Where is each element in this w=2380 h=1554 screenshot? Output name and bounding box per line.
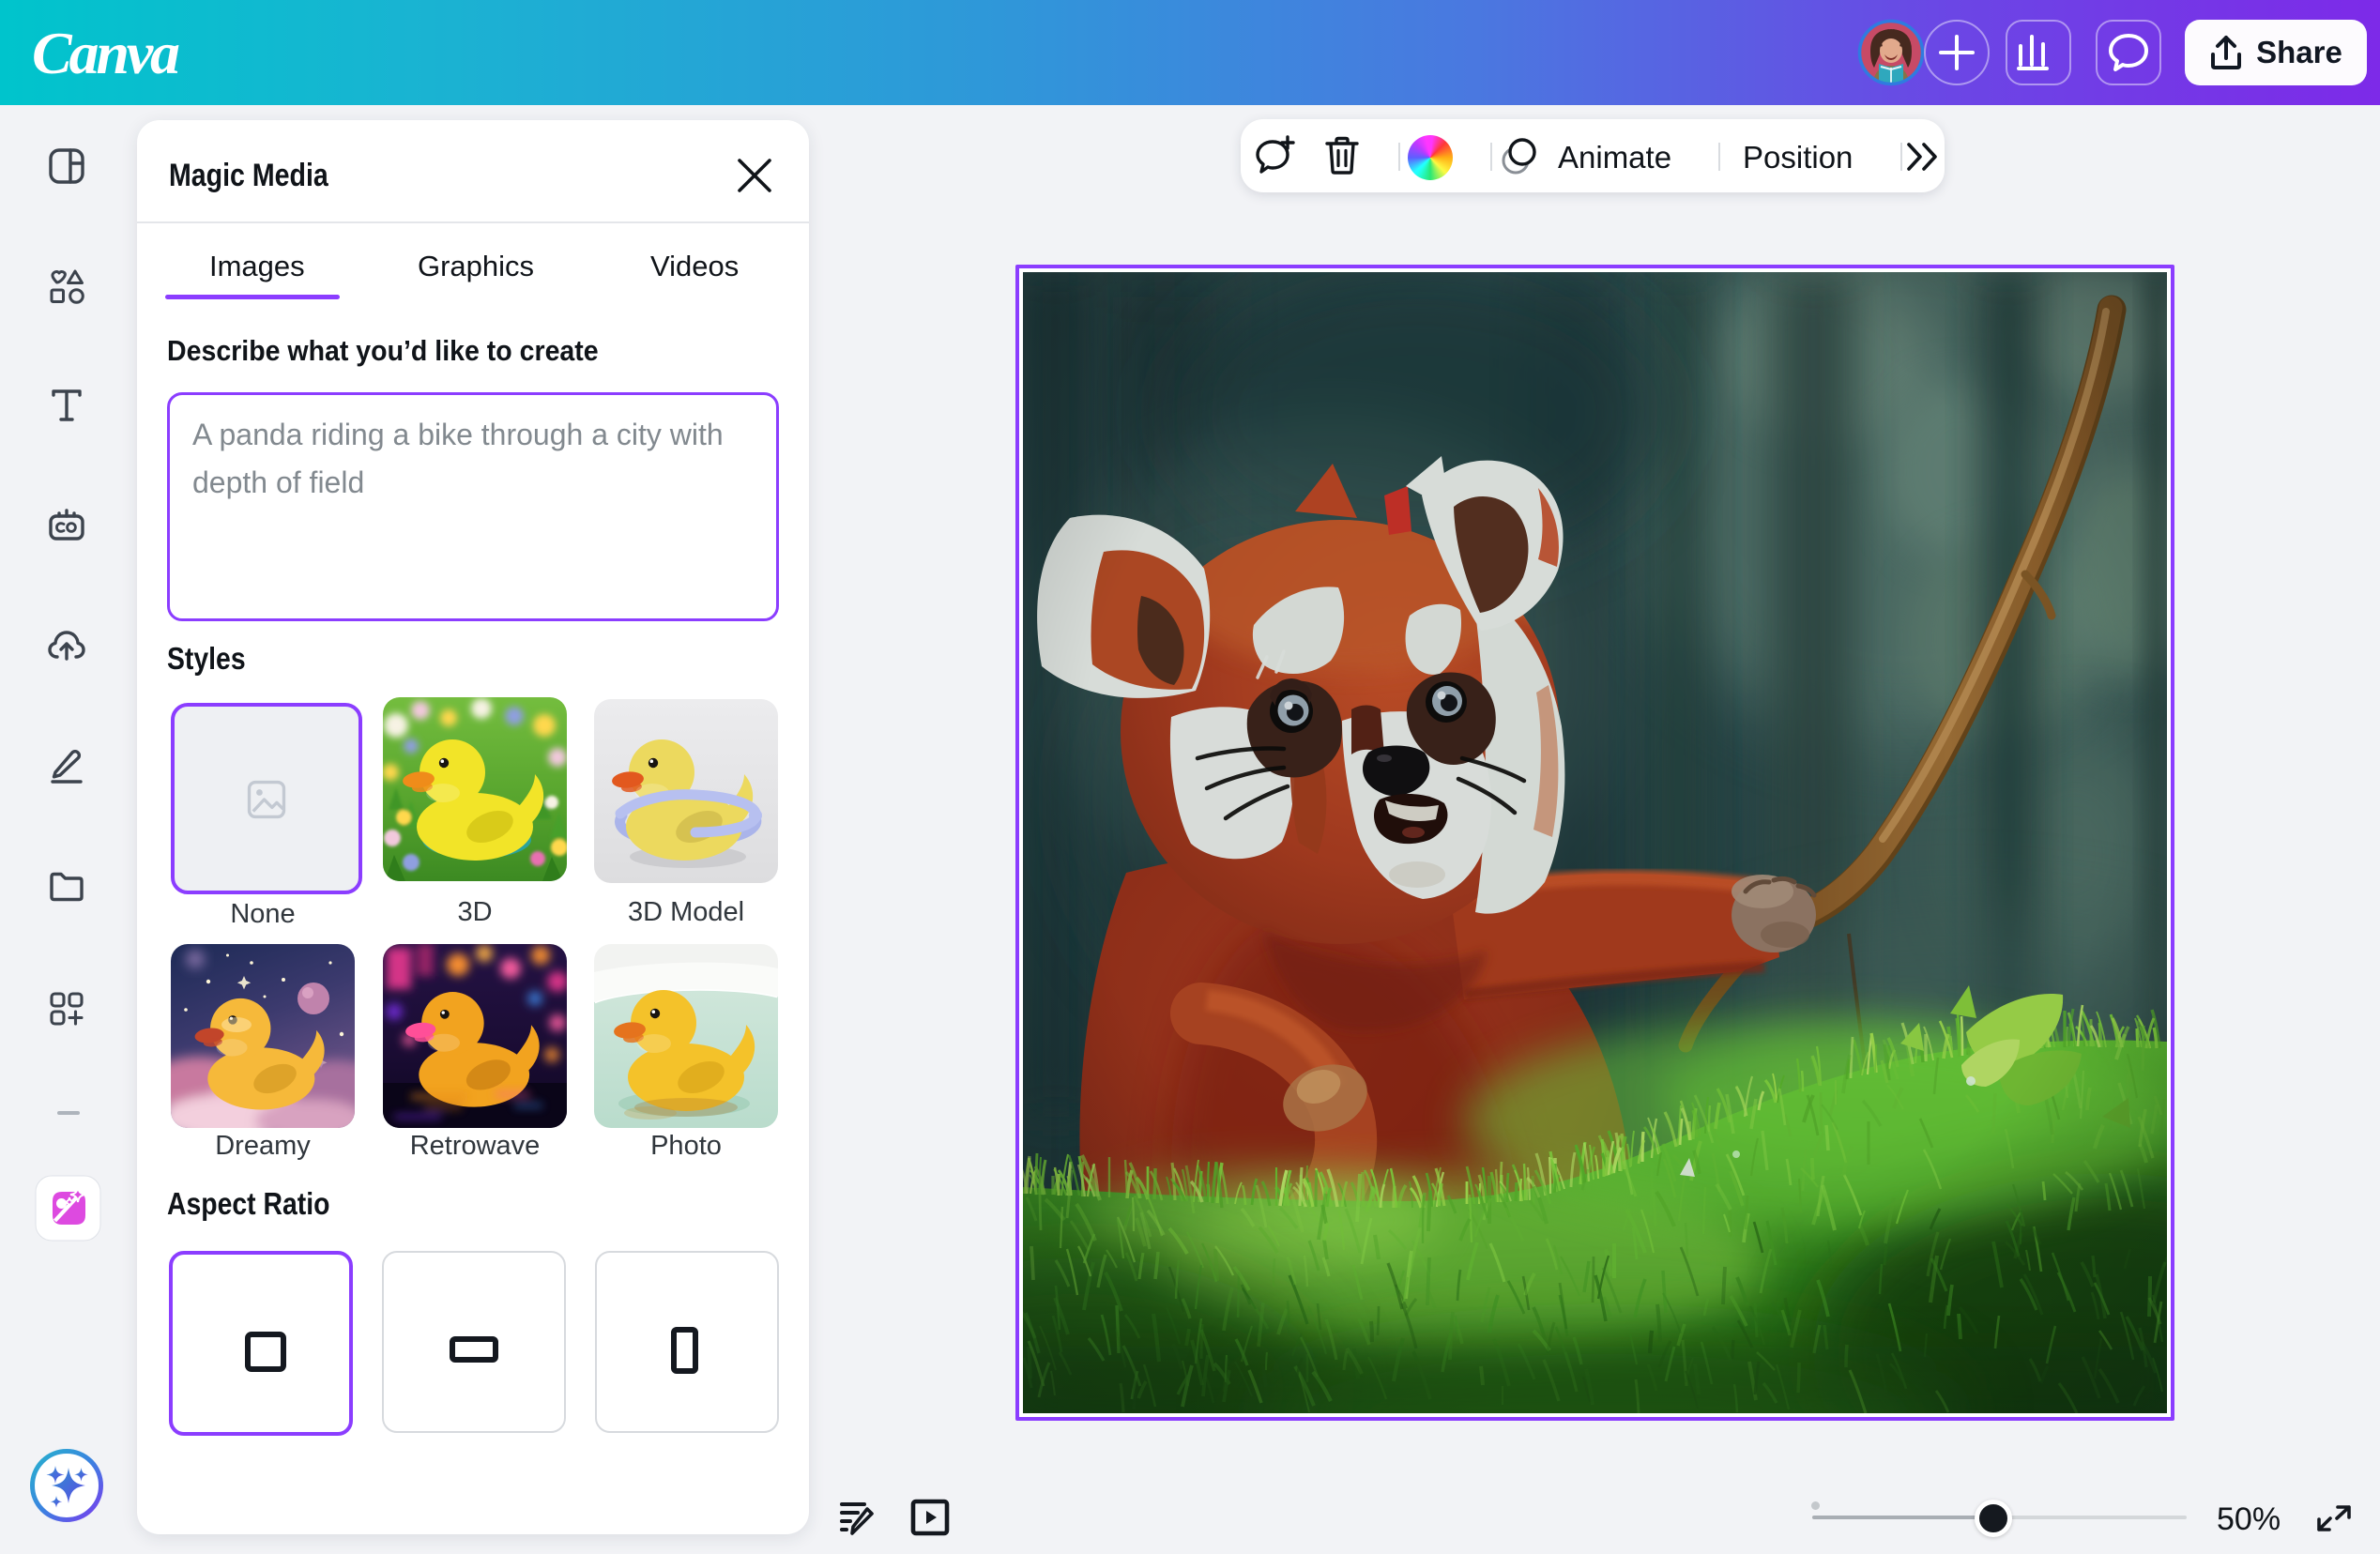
svg-text:Canva: Canva	[32, 20, 180, 86]
